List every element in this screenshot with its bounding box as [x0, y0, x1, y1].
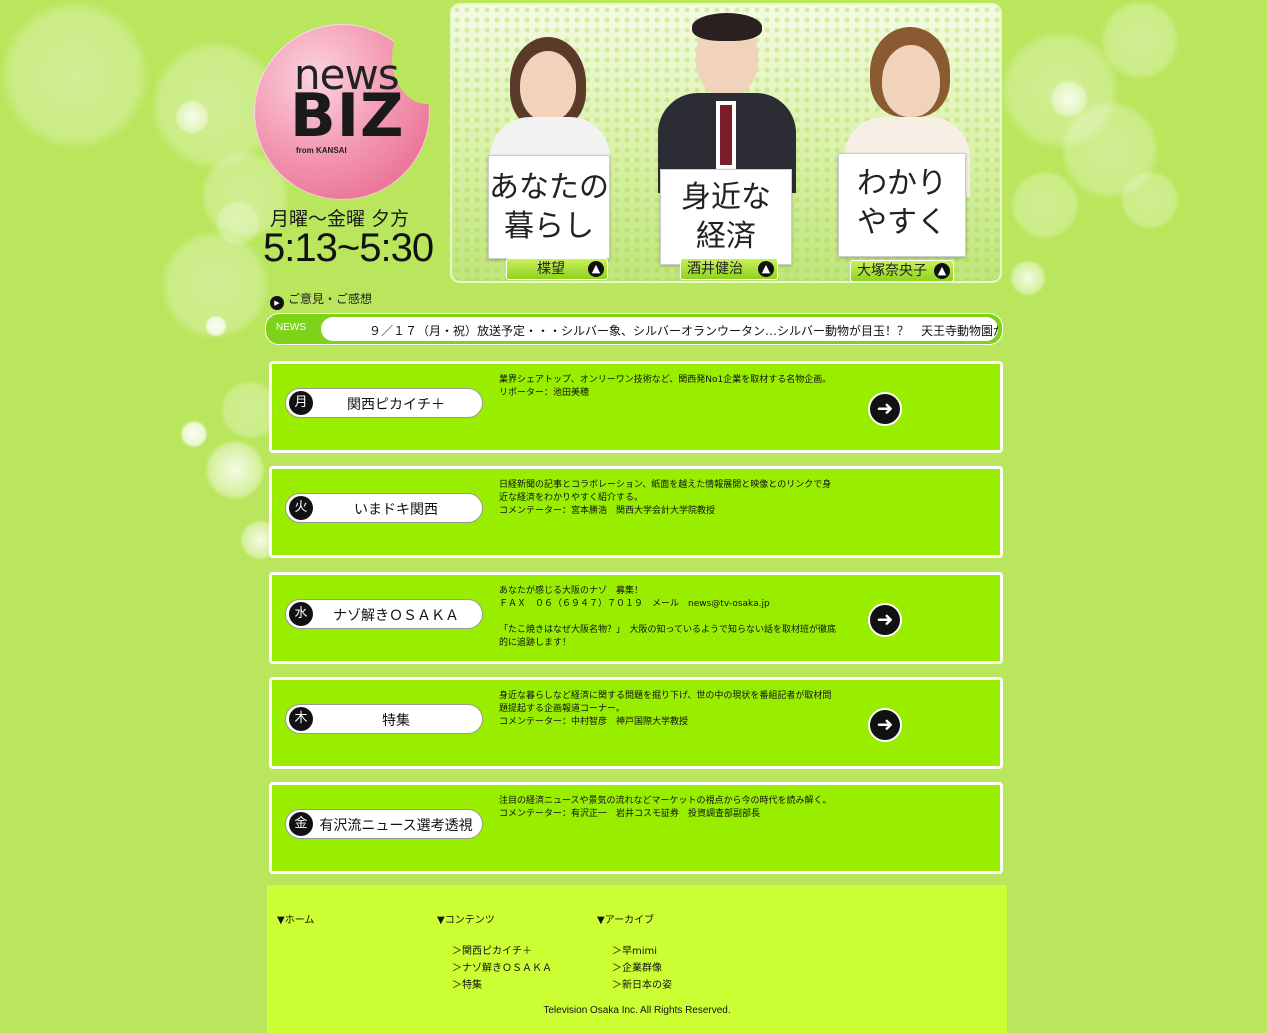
corner-description: 日経新聞の記事とコラボレーション、紙面を越えた情報展開と映像とのリンクで身近な経…: [499, 480, 832, 516]
broadcast-time: 5:13~5:30: [263, 226, 434, 270]
presenter-1-sign: あなたの 暮らし: [488, 155, 610, 259]
corner-title: いまドキ関西: [354, 502, 438, 518]
corner-title: ナゾ解きＯＳＡＫＡ: [333, 608, 459, 624]
presenter-3-name: 大塚奈央子: [857, 263, 927, 279]
corner-description: 注目の経済ニュースや景気の流れなどマーケットの視点から今の時代を読み解く。 コメ…: [499, 796, 832, 819]
ticker-text: ９／１７（月・祝）放送予定・・・シルバー象、シルバーオランウータン…シルバー動物…: [369, 324, 998, 338]
arrow-up-icon: ▲: [934, 263, 950, 279]
footer-link[interactable]: ＞関西ピカイチ＋: [452, 943, 552, 960]
day-badge: 木: [289, 707, 313, 731]
footer-archive-column: ▼アーカイブ ＞早mimi ＞企業群像 ＞新日本の姿: [597, 911, 672, 994]
footer-home-link[interactable]: ▼ホーム: [277, 911, 314, 926]
arrow-up-icon: ▲: [588, 261, 604, 277]
footer: ▼ホーム ▼コンテンツ ＞関西ピカイチ＋ ＞ナゾ解きＯＳＡＫＡ ＞特集 ▼アーカ…: [267, 885, 1007, 1033]
footer-link[interactable]: ＞ナゾ解きＯＳＡＫＡ: [452, 960, 552, 977]
footer-contents-heading: ▼コンテンツ: [437, 915, 495, 926]
presenters-banner: あなたの 暮らし 楪望 ▲ 身近な 経済 酒井健治 ▲ わかり やすく 大塚奈央…: [450, 3, 1002, 283]
logo-from-text: from KANSAI: [296, 146, 347, 155]
corner-title: 関西ピカイチ＋: [347, 397, 445, 413]
presenter-2-sign: 身近な 経済: [660, 169, 792, 265]
ticker-track[interactable]: ９／１７（月・祝）放送予定・・・シルバー象、シルバーオランウータン…シルバー動物…: [321, 317, 998, 341]
logo-biz-text: BIZ: [290, 81, 405, 151]
corner-description: 業界シェアトップ、オンリーワン技術など、関西発No1企業を取材する名物企画。 リ…: [499, 375, 832, 398]
day-badge: 火: [289, 496, 313, 520]
day-badge: 金: [289, 812, 313, 836]
copyright: Television Osaka Inc. All Rights Reserve…: [543, 1005, 731, 1016]
footer-link[interactable]: ＞新日本の姿: [612, 977, 672, 994]
presenter-2-name: 酒井健治: [687, 261, 743, 277]
footer-home-column: ▼ホーム: [277, 911, 314, 943]
corner-title: 有沢流ニュース選考透視: [319, 818, 473, 834]
corner-description: あなたが感じる大阪のナゾ 募集！ ＦＡＸ ０６（６９４７）７０１９ メール ne…: [499, 586, 837, 648]
play-icon: ▶: [270, 296, 284, 310]
corner-title-pill[interactable]: 月 関西ピカイチ＋: [285, 388, 483, 418]
corner-box-monday: 月 関西ピカイチ＋ 業界シェアトップ、オンリーワン技術など、関西発No1企業を取…: [269, 361, 1003, 453]
feedback-label: ご意見・ご感想: [288, 292, 373, 306]
corner-title-pill[interactable]: 木 特集: [285, 704, 483, 734]
presenter-1-name: 楪望: [537, 261, 565, 277]
corner-box-tuesday: 火 いまドキ関西 日経新聞の記事とコラボレーション、紙面を越えた情報展開と映像と…: [269, 466, 1003, 558]
corner-title-pill[interactable]: 金 有沢流ニュース選考透視: [285, 809, 483, 839]
ticker-label: NEWS: [276, 322, 306, 333]
presenter-1-link[interactable]: 楪望 ▲: [506, 258, 608, 280]
feedback-link[interactable]: ▶ ご意見・ご感想: [270, 290, 372, 310]
arrow-right-icon[interactable]: ➜: [868, 603, 902, 637]
presenter-3-link[interactable]: 大塚奈央子 ▲: [850, 260, 954, 281]
corner-box-friday: 金 有沢流ニュース選考透視 注目の経済ニュースや景気の流れなどマーケットの視点か…: [269, 782, 1003, 874]
footer-link[interactable]: ＞早mimi: [612, 943, 672, 960]
news-ticker: NEWS ９／１７（月・祝）放送予定・・・シルバー象、シルバーオランウータン…シ…: [265, 313, 1003, 345]
day-badge: 月: [289, 391, 313, 415]
corner-title: 特集: [382, 713, 410, 729]
corner-box-thursday: 木 特集 身近な暮らしなど経済に関する問題を掘り下げ、世の中の現状を番組記者が取…: [269, 677, 1003, 769]
corner-title-pill[interactable]: 火 いまドキ関西: [285, 493, 483, 523]
presenter-3-sign: わかり やすく: [838, 153, 966, 257]
day-badge: 水: [289, 602, 313, 626]
corner-box-wednesday: 水 ナゾ解きＯＳＡＫＡ あなたが感じる大阪のナゾ 募集！ ＦＡＸ ０６（６９４７…: [269, 572, 1003, 664]
footer-archive-heading: ▼アーカイブ: [597, 915, 655, 926]
footer-contents-column: ▼コンテンツ ＞関西ピカイチ＋ ＞ナゾ解きＯＳＡＫＡ ＞特集: [437, 911, 552, 994]
arrow-up-icon: ▲: [758, 261, 774, 277]
footer-link[interactable]: ＞企業群像: [612, 960, 672, 977]
presenter-2-link[interactable]: 酒井健治 ▲: [680, 258, 778, 280]
footer-link[interactable]: ＞特集: [452, 977, 552, 994]
corner-description: 身近な暮らしなど経済に関する問題を掘り下げ、世の中の現状を番組記者が取材問題提起…: [499, 691, 832, 727]
arrow-right-icon[interactable]: ➜: [868, 708, 902, 742]
arrow-right-icon[interactable]: ➜: [868, 392, 902, 426]
corner-title-pill[interactable]: 水 ナゾ解きＯＳＡＫＡ: [285, 599, 483, 629]
